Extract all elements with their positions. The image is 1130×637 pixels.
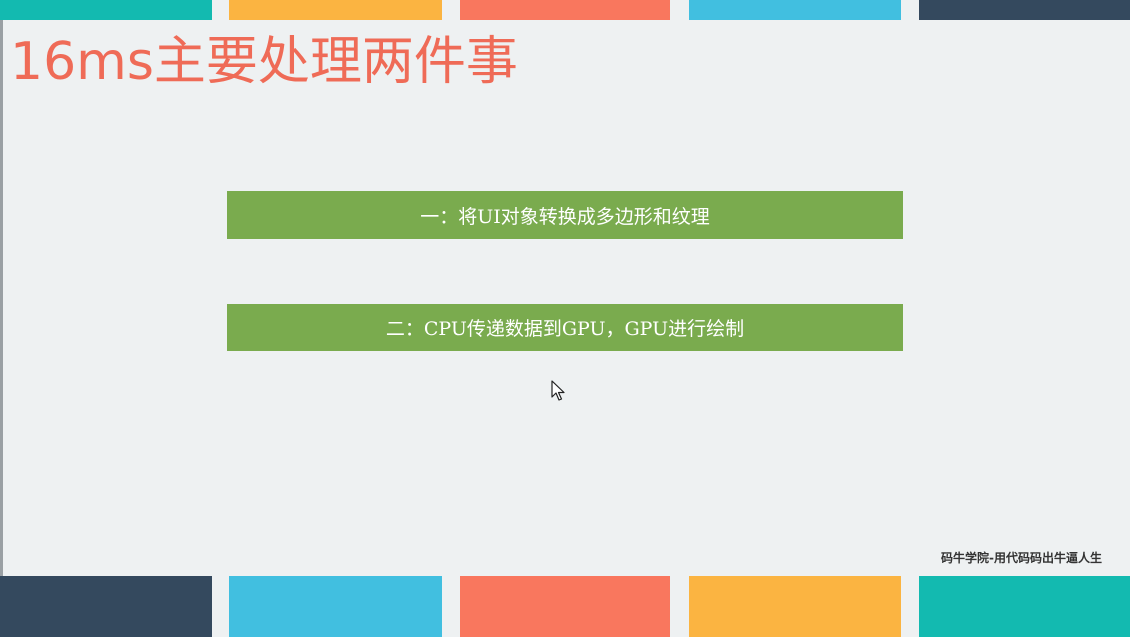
top-stripe-2: [229, 0, 442, 20]
item-box-1: 一：将UI对象转换成多边形和纹理: [227, 191, 903, 239]
top-stripe-5: [919, 0, 1130, 20]
item-label-2: 二：CPU传递数据到GPU，GPU进行绘制: [385, 318, 745, 340]
bottom-stripe-5: [919, 576, 1130, 637]
left-edge: [0, 0, 3, 637]
top-stripe-4: [689, 0, 901, 20]
item-label-1: 一：将UI对象转换成多边形和纹理: [420, 205, 710, 228]
slide: 16ms主要处理两件事 一：将UI对象转换成多边形和纹理 二：CPU传递数据到G…: [0, 0, 1130, 637]
bottom-stripe-3: [460, 576, 670, 637]
mouse-pointer-icon: [551, 380, 565, 401]
watermark: 码牛学院-用代码码出牛逼人生: [941, 551, 1102, 565]
bottom-stripe-1: [0, 576, 212, 637]
bottom-stripe-2: [229, 576, 442, 637]
item-box-2: 二：CPU传递数据到GPU，GPU进行绘制: [227, 304, 903, 351]
top-stripe-1: [0, 0, 212, 20]
bottom-stripe-4: [689, 576, 901, 637]
slide-title: 16ms主要处理两件事: [10, 32, 518, 92]
top-stripe-3: [460, 0, 670, 20]
